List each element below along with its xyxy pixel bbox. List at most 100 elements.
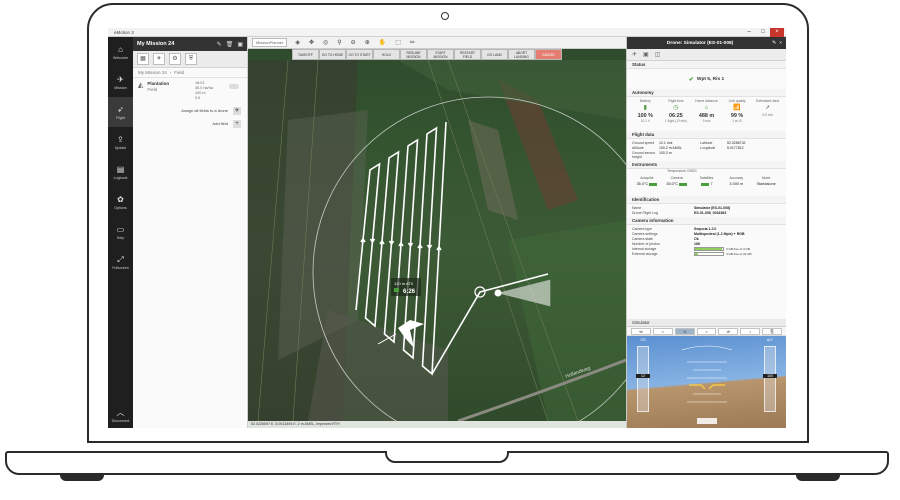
satellite-bar — [701, 182, 710, 186]
mission-icon: ✈ — [117, 74, 124, 84]
cmd-resume-button[interactable]: RESUME MISSION — [400, 49, 427, 60]
tab-log-icon[interactable]: ◫ — [655, 51, 661, 58]
simulator-panel: Simulator ≪ < II > ≫ ♪ ⎘ GS 12 ALT 100 — [626, 319, 786, 428]
chevron-up-icon: ︿ — [116, 407, 125, 417]
sim-copy-button[interactable]: ⎘ — [762, 327, 783, 335]
nav-item-logbook[interactable]: ▤ Logbook — [108, 157, 133, 187]
tab-settings[interactable]: ⚙ — [169, 53, 181, 65]
pin-icon[interactable]: ⚲ — [337, 39, 341, 46]
disconnect-button[interactable]: ︿ Disconnect — [108, 402, 133, 428]
cmd-hold-button[interactable]: HOLD — [373, 49, 400, 60]
nav-item-mission[interactable]: ✈ Mission — [108, 67, 133, 97]
mission-name: My Mission 24 — [137, 41, 175, 47]
home-icon: ⌂ — [118, 44, 123, 54]
flight-data-grid: Ground speed 12.1 m/s Latitude 52.028673… — [627, 139, 786, 161]
instrument-label: Camera — [670, 176, 683, 180]
field-visibility-toggle[interactable] — [229, 84, 239, 89]
instrument-value: 35.0°C — [666, 182, 679, 186]
instrument-value: Standalone — [756, 182, 776, 186]
nav-item-options[interactable]: ✿ Options — [108, 187, 133, 217]
nav-item-help[interactable]: ▭ Help — [108, 217, 133, 247]
breadcrumb-child[interactable]: Field — [174, 70, 184, 75]
mission-header: My Mission 24 ✎ 🗑 ▣ — [133, 37, 247, 51]
delete-icon[interactable]: 🗑 — [226, 41, 234, 48]
close-button[interactable]: × — [770, 28, 784, 37]
nav-item-update[interactable]: ⇪ Update — [108, 127, 133, 157]
status-section-header[interactable]: Status — [627, 61, 786, 69]
add-field-row[interactable]: Add field + — [133, 117, 247, 130]
nav-label: Help — [116, 235, 125, 240]
kv-value: 5.0177812 — [727, 146, 744, 150]
flight-data-section-header[interactable]: Flight data — [627, 131, 786, 139]
storage-label: Internal storage — [632, 247, 657, 251]
temperature-bar — [649, 182, 658, 186]
close-icon[interactable]: × — [779, 41, 782, 46]
wind-arrow-icon: ➚ — [765, 105, 771, 111]
kv-label: Altitude — [632, 146, 644, 150]
sim-forward-button[interactable]: ≫ — [718, 327, 739, 335]
save-icon[interactable]: ▣ — [237, 41, 243, 48]
cmd-start-button[interactable]: START MISSION — [427, 49, 454, 60]
cmd-land-button[interactable]: GO LAND — [481, 49, 508, 60]
instrument-satellites: Satellites 7 — [692, 176, 722, 194]
autonomy-label: Link quality — [728, 99, 746, 103]
map-canvas[interactable]: Hollandweg 120 m AT0 6:26 — [248, 60, 626, 421]
minimize-button[interactable]: – — [742, 28, 756, 37]
autonomy-section-header[interactable]: Autonomy — [627, 89, 786, 97]
cmd-cancel-button[interactable]: CANCEL — [535, 49, 562, 60]
heading-box — [697, 418, 717, 424]
tab-drone[interactable]: ✈ — [153, 53, 165, 65]
edit-icon[interactable]: ✎ — [217, 41, 222, 48]
tab-camera-icon[interactable]: ▣ — [643, 51, 649, 58]
zoom-in-icon[interactable]: ⊕ — [365, 39, 370, 46]
nav-item-welcome[interactable]: ⌂ Welcome — [108, 37, 133, 67]
instrument-label: Accuracy — [729, 176, 744, 180]
tab-map[interactable]: ▦ — [137, 53, 149, 65]
roll-scale — [681, 345, 733, 351]
sim-slower-button[interactable]: < — [652, 327, 673, 335]
layers-icon[interactable]: ◈ — [295, 39, 300, 46]
kv-label: Name — [632, 206, 642, 210]
sim-pause-button[interactable]: II — [674, 327, 695, 335]
nav-label: Flight — [116, 115, 125, 120]
cmd-restart-button[interactable]: RESTART FIELD — [454, 49, 481, 60]
crosshair-icon[interactable]: ✥ — [309, 39, 314, 46]
map-view[interactable]: MissionPlanner ◈ ✥ ◎ ⚲ ⊖ ⊕ ✋ ⬚ ✏ TAKEOFF… — [248, 37, 626, 428]
select-icon[interactable]: ⬚ — [395, 39, 401, 46]
camera-section-header[interactable]: Camera information — [627, 217, 786, 225]
fullscreen-icon: ⤢ — [117, 254, 124, 264]
basemap-selector[interactable]: MissionPlanner — [252, 38, 288, 47]
cmd-go-start-button[interactable]: GO TO START — [346, 49, 373, 60]
identification-section-header[interactable]: Identification — [627, 196, 786, 204]
cmd-go-home-button[interactable]: GO TO HOME — [319, 49, 346, 60]
home-icon: ⌂ — [704, 105, 709, 111]
instruments-section-header[interactable]: Instruments — [627, 161, 786, 169]
window-title: eMotion 3 — [114, 29, 134, 35]
update-icon: ⇪ — [117, 134, 124, 144]
field-stats: 18:01 36.0 ha/ha 100 m 0.0 — [195, 81, 213, 101]
ruler-icon[interactable]: ✏ — [410, 39, 415, 46]
breadcrumb-root[interactable]: My Mission 24 — [138, 70, 167, 75]
maximize-button[interactable]: □ — [756, 28, 770, 37]
webcam-icon — [441, 12, 449, 20]
assign-drone-icon[interactable]: ✈ — [233, 106, 241, 115]
cmd-abort-landing-button[interactable]: ABORT LANDING — [508, 49, 535, 60]
nav-item-fullscreen[interactable]: ⤢ Fullscreen — [108, 247, 133, 277]
tab-safety[interactable]: ⛨ — [185, 53, 197, 65]
sim-rewind-button[interactable]: ≪ — [631, 327, 651, 335]
sim-faster-button[interactable]: > — [696, 327, 717, 335]
edit-icon[interactable]: ✎ — [772, 41, 776, 46]
tab-status-icon[interactable]: ✈ — [632, 51, 637, 58]
field-item[interactable]: ◭ Plantation Field 18:01 36.0 ha/ha 100 … — [133, 78, 247, 104]
instrument-accuracy: Accuracy 3.000 m — [721, 176, 751, 194]
simulator-controls: ≪ < II > ≫ ♪ ⎘ — [627, 327, 786, 336]
assign-all-row[interactable]: Assign all fields to a drone ✈ — [133, 104, 247, 117]
sim-sound-button[interactable]: ♪ — [740, 327, 761, 335]
locate-icon[interactable]: ◎ — [323, 39, 328, 46]
nav-item-flight[interactable]: ➶ Flight — [108, 97, 133, 127]
add-field-icon[interactable]: + — [233, 119, 241, 128]
hand-icon[interactable]: ✋ — [379, 39, 386, 46]
battery-icon: ▮ — [643, 105, 647, 111]
zoom-out-icon[interactable]: ⊖ — [351, 39, 356, 46]
cmd-takeoff-button[interactable]: TAKEOFF — [292, 49, 319, 60]
